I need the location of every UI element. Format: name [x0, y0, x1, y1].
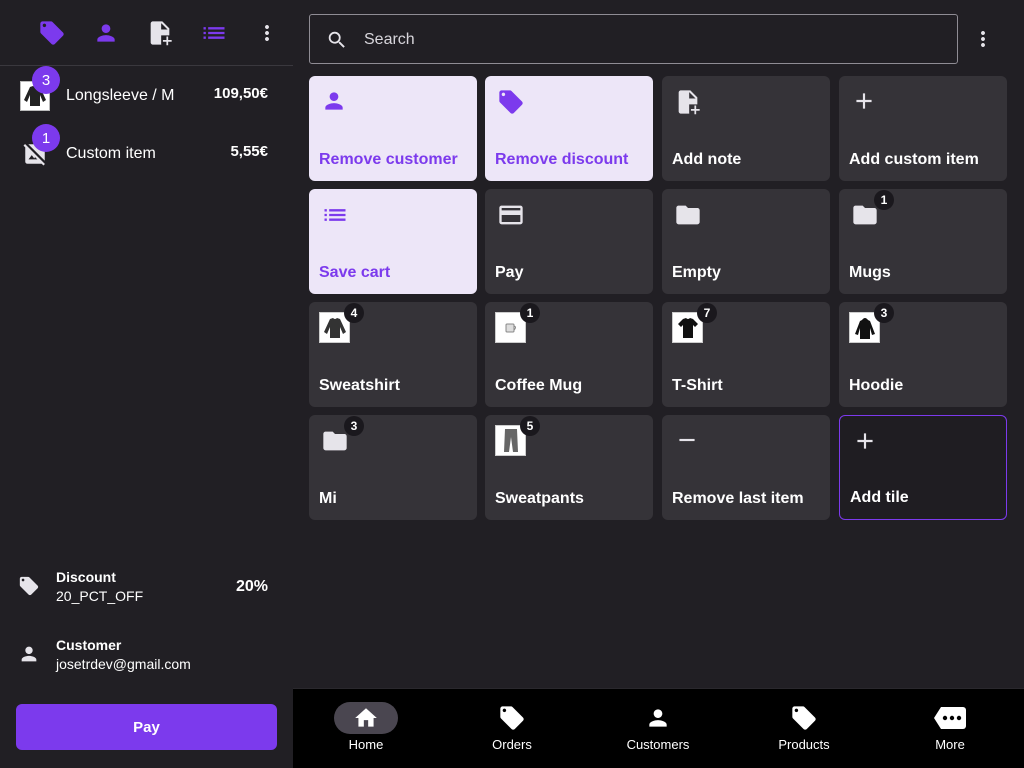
- tag-icon: [499, 90, 523, 114]
- tile-label: Hoodie: [849, 377, 904, 394]
- folder-icon: [676, 205, 700, 225]
- nav-label: Customers: [626, 737, 690, 752]
- tile-label: Sweatpants: [495, 490, 584, 507]
- more-options-button[interactable]: [970, 24, 996, 54]
- tile-label: Remove discount: [495, 151, 629, 168]
- nav-label: Products: [778, 737, 830, 752]
- hoodie-tile[interactable]: 3 Hoodie: [839, 302, 1007, 407]
- plus-icon: [856, 93, 872, 109]
- remove-customer-tile[interactable]: Remove customer: [309, 76, 477, 181]
- search-icon: [328, 31, 345, 48]
- quantity-badge: 3: [32, 66, 60, 94]
- cart-item-price: 5,55€: [230, 143, 268, 160]
- customer-summary[interactable]: Customer josetrdev@gmail.com: [0, 634, 293, 678]
- discount-toolbar-button[interactable]: [37, 18, 67, 48]
- count-badge: 3: [874, 303, 894, 323]
- cart-item[interactable]: 3 Longsleeve / M 109,50€: [0, 66, 293, 123]
- count-badge: 4: [344, 303, 364, 323]
- count-badge: 7: [697, 303, 717, 323]
- pay-tile[interactable]: Pay: [485, 189, 653, 294]
- nav-label: More: [935, 737, 965, 752]
- discount-summary[interactable]: Discount 20_PCT_OFF 20%: [0, 566, 293, 610]
- sweatpants-tile[interactable]: 5 Sweatpants: [485, 415, 653, 520]
- more-toolbar-button[interactable]: [252, 18, 282, 48]
- nav-customers[interactable]: Customers: [585, 689, 731, 768]
- empty-folder-tile[interactable]: Empty: [662, 189, 830, 294]
- note-add-icon: [678, 90, 700, 115]
- cart-item-name: Custom item: [66, 145, 156, 162]
- save-cart-tile[interactable]: Save cart: [309, 189, 477, 294]
- more-vert-icon: [265, 25, 269, 41]
- remove-discount-tile[interactable]: Remove discount: [485, 76, 653, 181]
- tag-icon: [500, 706, 524, 730]
- count-badge: 1: [520, 303, 540, 323]
- nav-more[interactable]: More: [877, 689, 1023, 768]
- list-icon: [203, 27, 225, 39]
- discount-title: Discount: [56, 569, 116, 585]
- credit-card-icon: [499, 205, 523, 225]
- add-custom-item-tile[interactable]: Add custom item: [839, 76, 1007, 181]
- tile-label: T-Shirt: [672, 377, 723, 394]
- remove-last-item-tile[interactable]: Remove last item: [662, 415, 830, 520]
- cart-panel: 3 Longsleeve / M 109,50€ 1 Custom item 5…: [0, 0, 293, 768]
- cart-item[interactable]: 1 Custom item 5,55€: [0, 124, 293, 181]
- tile-label: Remove customer: [319, 151, 458, 168]
- tile-label: Pay: [495, 264, 524, 281]
- mugs-folder-tile[interactable]: 1 Mugs: [839, 189, 1007, 294]
- more-vert-icon: [981, 31, 985, 47]
- count-badge: 5: [520, 416, 540, 436]
- cart-toolbar: [0, 0, 293, 66]
- tile-label: Sweatshirt: [319, 377, 400, 394]
- coffee-mug-tile[interactable]: 1 Coffee Mug: [485, 302, 653, 407]
- customer-title: Customer: [56, 637, 122, 653]
- search-input[interactable]: [364, 27, 934, 53]
- mi-folder-tile[interactable]: 3 Mi: [309, 415, 477, 520]
- nav-orders[interactable]: Orders: [439, 689, 585, 768]
- minus-icon: [679, 438, 695, 442]
- nav-products[interactable]: Products: [731, 689, 877, 768]
- person-icon: [649, 709, 667, 727]
- nav-home[interactable]: Home: [293, 689, 439, 768]
- tag-icon: [40, 21, 64, 45]
- tile-label: Empty: [672, 264, 721, 281]
- tile-label: Mi: [319, 490, 337, 507]
- tile-label: Remove last item: [672, 490, 804, 507]
- add-note-tile[interactable]: Add note: [662, 76, 830, 181]
- tile-label: Add custom item: [849, 151, 979, 168]
- tshirt-tile[interactable]: 7 T-Shirt: [662, 302, 830, 407]
- tile-label: Mugs: [849, 264, 891, 281]
- customer-toolbar-button[interactable]: [91, 18, 121, 48]
- pay-button[interactable]: Pay: [16, 704, 277, 750]
- note-add-icon: [150, 21, 172, 46]
- discount-value: 20%: [235, 578, 268, 595]
- customer-email: josetrdev@gmail.com: [56, 656, 191, 672]
- tag-icon: [792, 706, 816, 730]
- nav-label: Orders: [492, 737, 532, 752]
- tag-icon: [19, 576, 39, 596]
- list-icon: [324, 209, 346, 221]
- person-icon: [97, 24, 115, 42]
- quantity-badge: 1: [32, 124, 60, 152]
- tile-label: Add tile: [850, 489, 909, 506]
- more-horiz-icon: [934, 707, 966, 729]
- discount-code: 20_PCT_OFF: [56, 588, 144, 604]
- search-bar[interactable]: [309, 14, 958, 64]
- person-icon: [325, 92, 343, 110]
- person-icon: [21, 646, 37, 662]
- note-toolbar-button[interactable]: [145, 18, 175, 48]
- cart-item-price: 109,50€: [213, 85, 268, 102]
- count-badge: 3: [344, 416, 364, 436]
- tile-label: Coffee Mug: [495, 377, 583, 394]
- cart-item-name: Longsleeve / M: [66, 87, 175, 104]
- nav-label: Home: [348, 737, 384, 752]
- sweatshirt-tile[interactable]: 4 Sweatshirt: [309, 302, 477, 407]
- saved-carts-toolbar-button[interactable]: [199, 18, 229, 48]
- home-icon: [355, 708, 377, 727]
- tile-label: Add note: [672, 151, 742, 168]
- count-badge: 1: [874, 190, 894, 210]
- plus-icon: [857, 433, 873, 449]
- add-tile-button[interactable]: Add tile: [839, 415, 1007, 520]
- tile-label: Save cart: [319, 264, 391, 281]
- bottom-navigation: Home Orders Customers Products More: [293, 688, 1024, 768]
